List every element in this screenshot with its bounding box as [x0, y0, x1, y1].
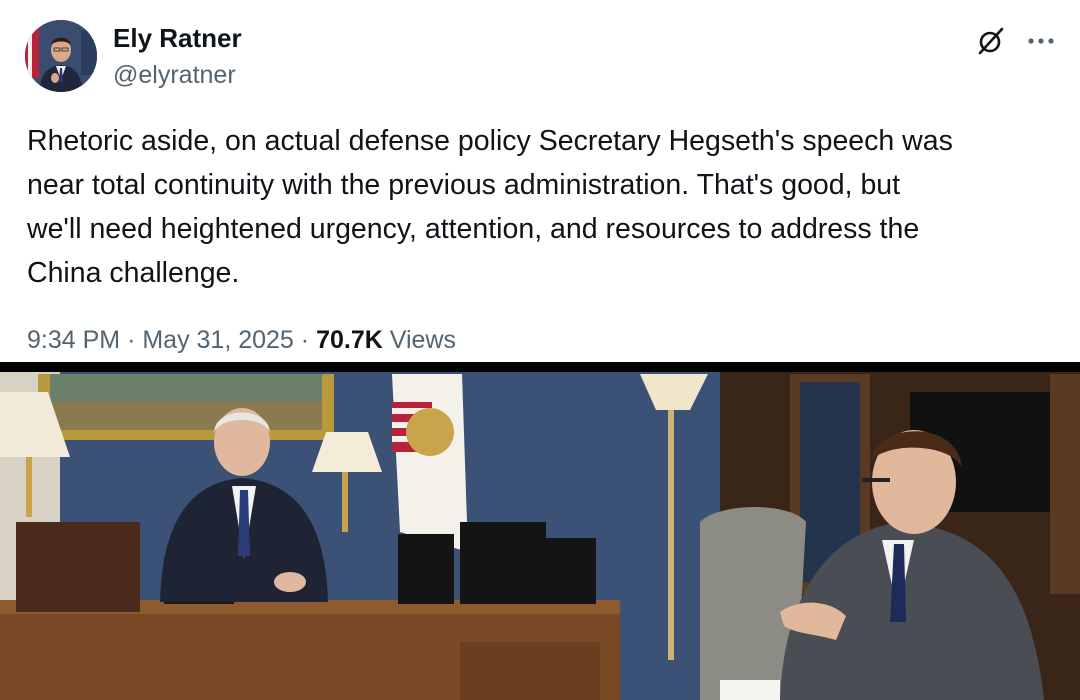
grok-icon [978, 27, 1004, 55]
author-name[interactable]: Ely Ratner [113, 23, 242, 54]
tweet-meta: 9:34 PM · May 31, 2025 · 70.7K Views [27, 326, 456, 355]
tweet-text: Rhetoric aside, on actual defense policy… [27, 119, 1067, 295]
meta-separator: · [300, 326, 310, 354]
views-count: 70.7K [316, 326, 383, 354]
grok-button[interactable] [972, 22, 1010, 60]
tweet-text-line: near total continuity with the previous … [27, 169, 901, 201]
tweet-photo[interactable] [0, 362, 1080, 700]
tweet-time[interactable]: 9:34 PM [27, 326, 120, 354]
author-handle[interactable]: @elyratner [113, 61, 236, 90]
avatar-photo [25, 20, 97, 92]
views-label: Views [389, 326, 456, 354]
tweet-text-line: we'll need heightened urgency, attention… [27, 213, 920, 245]
meta-separator: · [127, 326, 136, 354]
tweet-text-line: China challenge. [27, 257, 240, 289]
tweet-date[interactable]: May 31, 2025 [142, 326, 294, 354]
tweet-text-line: Rhetoric aside, on actual defense policy… [27, 125, 953, 157]
more-options-button[interactable] [1020, 22, 1062, 60]
avatar[interactable] [25, 20, 97, 92]
office-meeting-photo [0, 372, 1080, 700]
more-icon [1028, 38, 1054, 44]
